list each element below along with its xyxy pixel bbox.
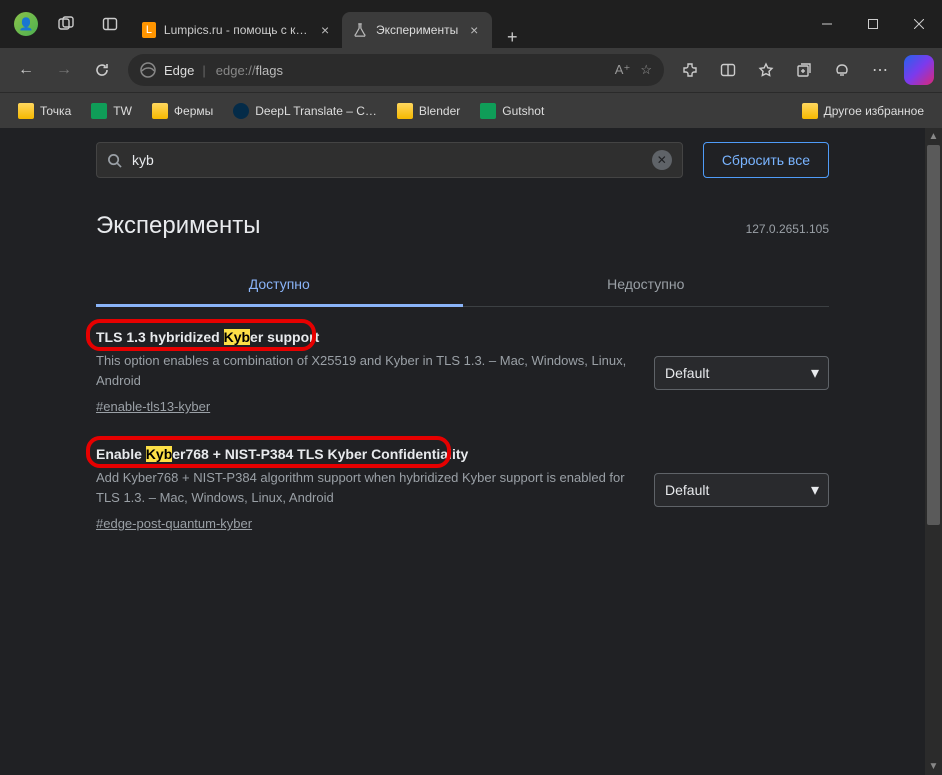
folder-icon: [152, 103, 168, 119]
read-aloud-icon[interactable]: A⁺: [615, 62, 631, 78]
version-label: 127.0.2651.105: [746, 222, 829, 236]
tab-bar: Доступно Недоступно: [96, 264, 829, 307]
addr-label: Edge: [164, 63, 194, 78]
bookmark-item[interactable]: TW: [83, 99, 140, 123]
collections-icon[interactable]: [786, 52, 822, 88]
flag-title: Enable Kyber768 + NIST-P384 TLS Kyber Co…: [96, 446, 634, 462]
close-window-button[interactable]: [896, 8, 942, 40]
split-screen-icon[interactable]: [710, 52, 746, 88]
tab-unavailable[interactable]: Недоступно: [463, 264, 830, 306]
address-bar[interactable]: Edge | edge://flags A⁺ ☆: [128, 54, 664, 86]
bookmark-item[interactable]: Точка: [10, 99, 79, 123]
sheet-icon: [91, 103, 107, 119]
tab-available[interactable]: Доступно: [96, 264, 463, 307]
page-title: Эксперименты: [96, 212, 260, 240]
copilot-button[interactable]: [904, 55, 934, 85]
close-icon[interactable]: ×: [466, 22, 482, 38]
favorites-icon[interactable]: [748, 52, 784, 88]
flag-title: TLS 1.3 hybridized Kyber support: [96, 329, 634, 345]
bookmark-item[interactable]: Gutshot: [472, 99, 552, 123]
browser-tab[interactable]: Эксперименты ×: [342, 12, 492, 48]
flag-item: Enable Kyber768 + NIST-P384 TLS Kyber Co…: [96, 446, 829, 533]
bookmarks-bar: Точка TW Фермы DeepL Translate – C… Blen…: [0, 92, 942, 128]
addr-url: edge://flags: [216, 63, 283, 78]
tab-title: Эксперименты: [376, 23, 458, 37]
flag-item: TLS 1.3 hybridized Kyber support This op…: [96, 329, 829, 416]
addr-actions: A⁺ ☆: [615, 62, 652, 78]
flag-description: This option enables a combination of X25…: [96, 351, 634, 390]
search-value: kyb: [132, 152, 652, 168]
minimize-button[interactable]: [804, 8, 850, 40]
flag-anchor-link[interactable]: #edge-post-quantum-kyber: [96, 516, 252, 531]
addr-separator: |: [202, 63, 205, 78]
search-input[interactable]: kyb ✕: [96, 142, 683, 178]
new-tab-button[interactable]: +: [496, 27, 528, 48]
window-titlebar: 👤 L Lumpics.ru - помощь с компью × Экспе…: [0, 0, 942, 48]
profile-avatar[interactable]: 👤: [14, 12, 38, 36]
folder-icon: [18, 103, 34, 119]
tab-actions-icon[interactable]: [94, 16, 126, 32]
flag-select[interactable]: Default: [654, 473, 829, 507]
edge-icon: [140, 62, 156, 78]
performance-icon[interactable]: [824, 52, 860, 88]
folder-icon: [802, 103, 818, 119]
flask-icon: [352, 22, 368, 38]
bookmark-item[interactable]: Blender: [389, 99, 468, 123]
browser-tab[interactable]: L Lumpics.ru - помощь с компью ×: [132, 12, 342, 48]
page-content: kyb ✕ Сбросить все Эксперименты 127.0.26…: [0, 128, 925, 775]
scrollbar[interactable]: ▲ ▼: [925, 128, 942, 775]
flag-anchor-link[interactable]: #enable-tls13-kyber: [96, 399, 210, 414]
bookmark-item[interactable]: DeepL Translate – C…: [225, 99, 385, 123]
tab-title: Lumpics.ru - помощь с компью: [164, 23, 310, 37]
favicon-icon: L: [142, 22, 156, 38]
refresh-button[interactable]: [84, 52, 120, 88]
bookmark-other[interactable]: Другое избранное: [794, 99, 932, 123]
scroll-thumb[interactable]: [927, 145, 940, 525]
reset-all-button[interactable]: Сбросить все: [703, 142, 829, 178]
back-button[interactable]: ←: [8, 52, 44, 88]
flag-select[interactable]: Default: [654, 356, 829, 390]
more-icon[interactable]: ⋯: [862, 52, 898, 88]
workspaces-icon[interactable]: [50, 16, 82, 32]
search-icon: [107, 153, 122, 168]
forward-button: →: [46, 52, 82, 88]
scroll-down-button[interactable]: ▼: [925, 758, 942, 775]
browser-toolbar: ← → Edge | edge://flags A⁺ ☆ ⋯: [0, 48, 942, 92]
close-icon[interactable]: ×: [318, 22, 332, 38]
bookmark-item[interactable]: Фермы: [144, 99, 221, 123]
extensions-icon[interactable]: [672, 52, 708, 88]
clear-search-button[interactable]: ✕: [652, 150, 672, 170]
deepl-icon: [233, 103, 249, 119]
maximize-button[interactable]: [850, 8, 896, 40]
favorite-icon[interactable]: ☆: [640, 62, 652, 78]
tab-strip: L Lumpics.ru - помощь с компью × Экспери…: [132, 0, 528, 48]
folder-icon: [397, 103, 413, 119]
window-controls: [804, 8, 942, 40]
sheet-icon: [480, 103, 496, 119]
flag-description: Add Kyber768 + NIST-P384 algorithm suppo…: [96, 468, 634, 507]
scroll-up-button[interactable]: ▲: [925, 128, 942, 145]
